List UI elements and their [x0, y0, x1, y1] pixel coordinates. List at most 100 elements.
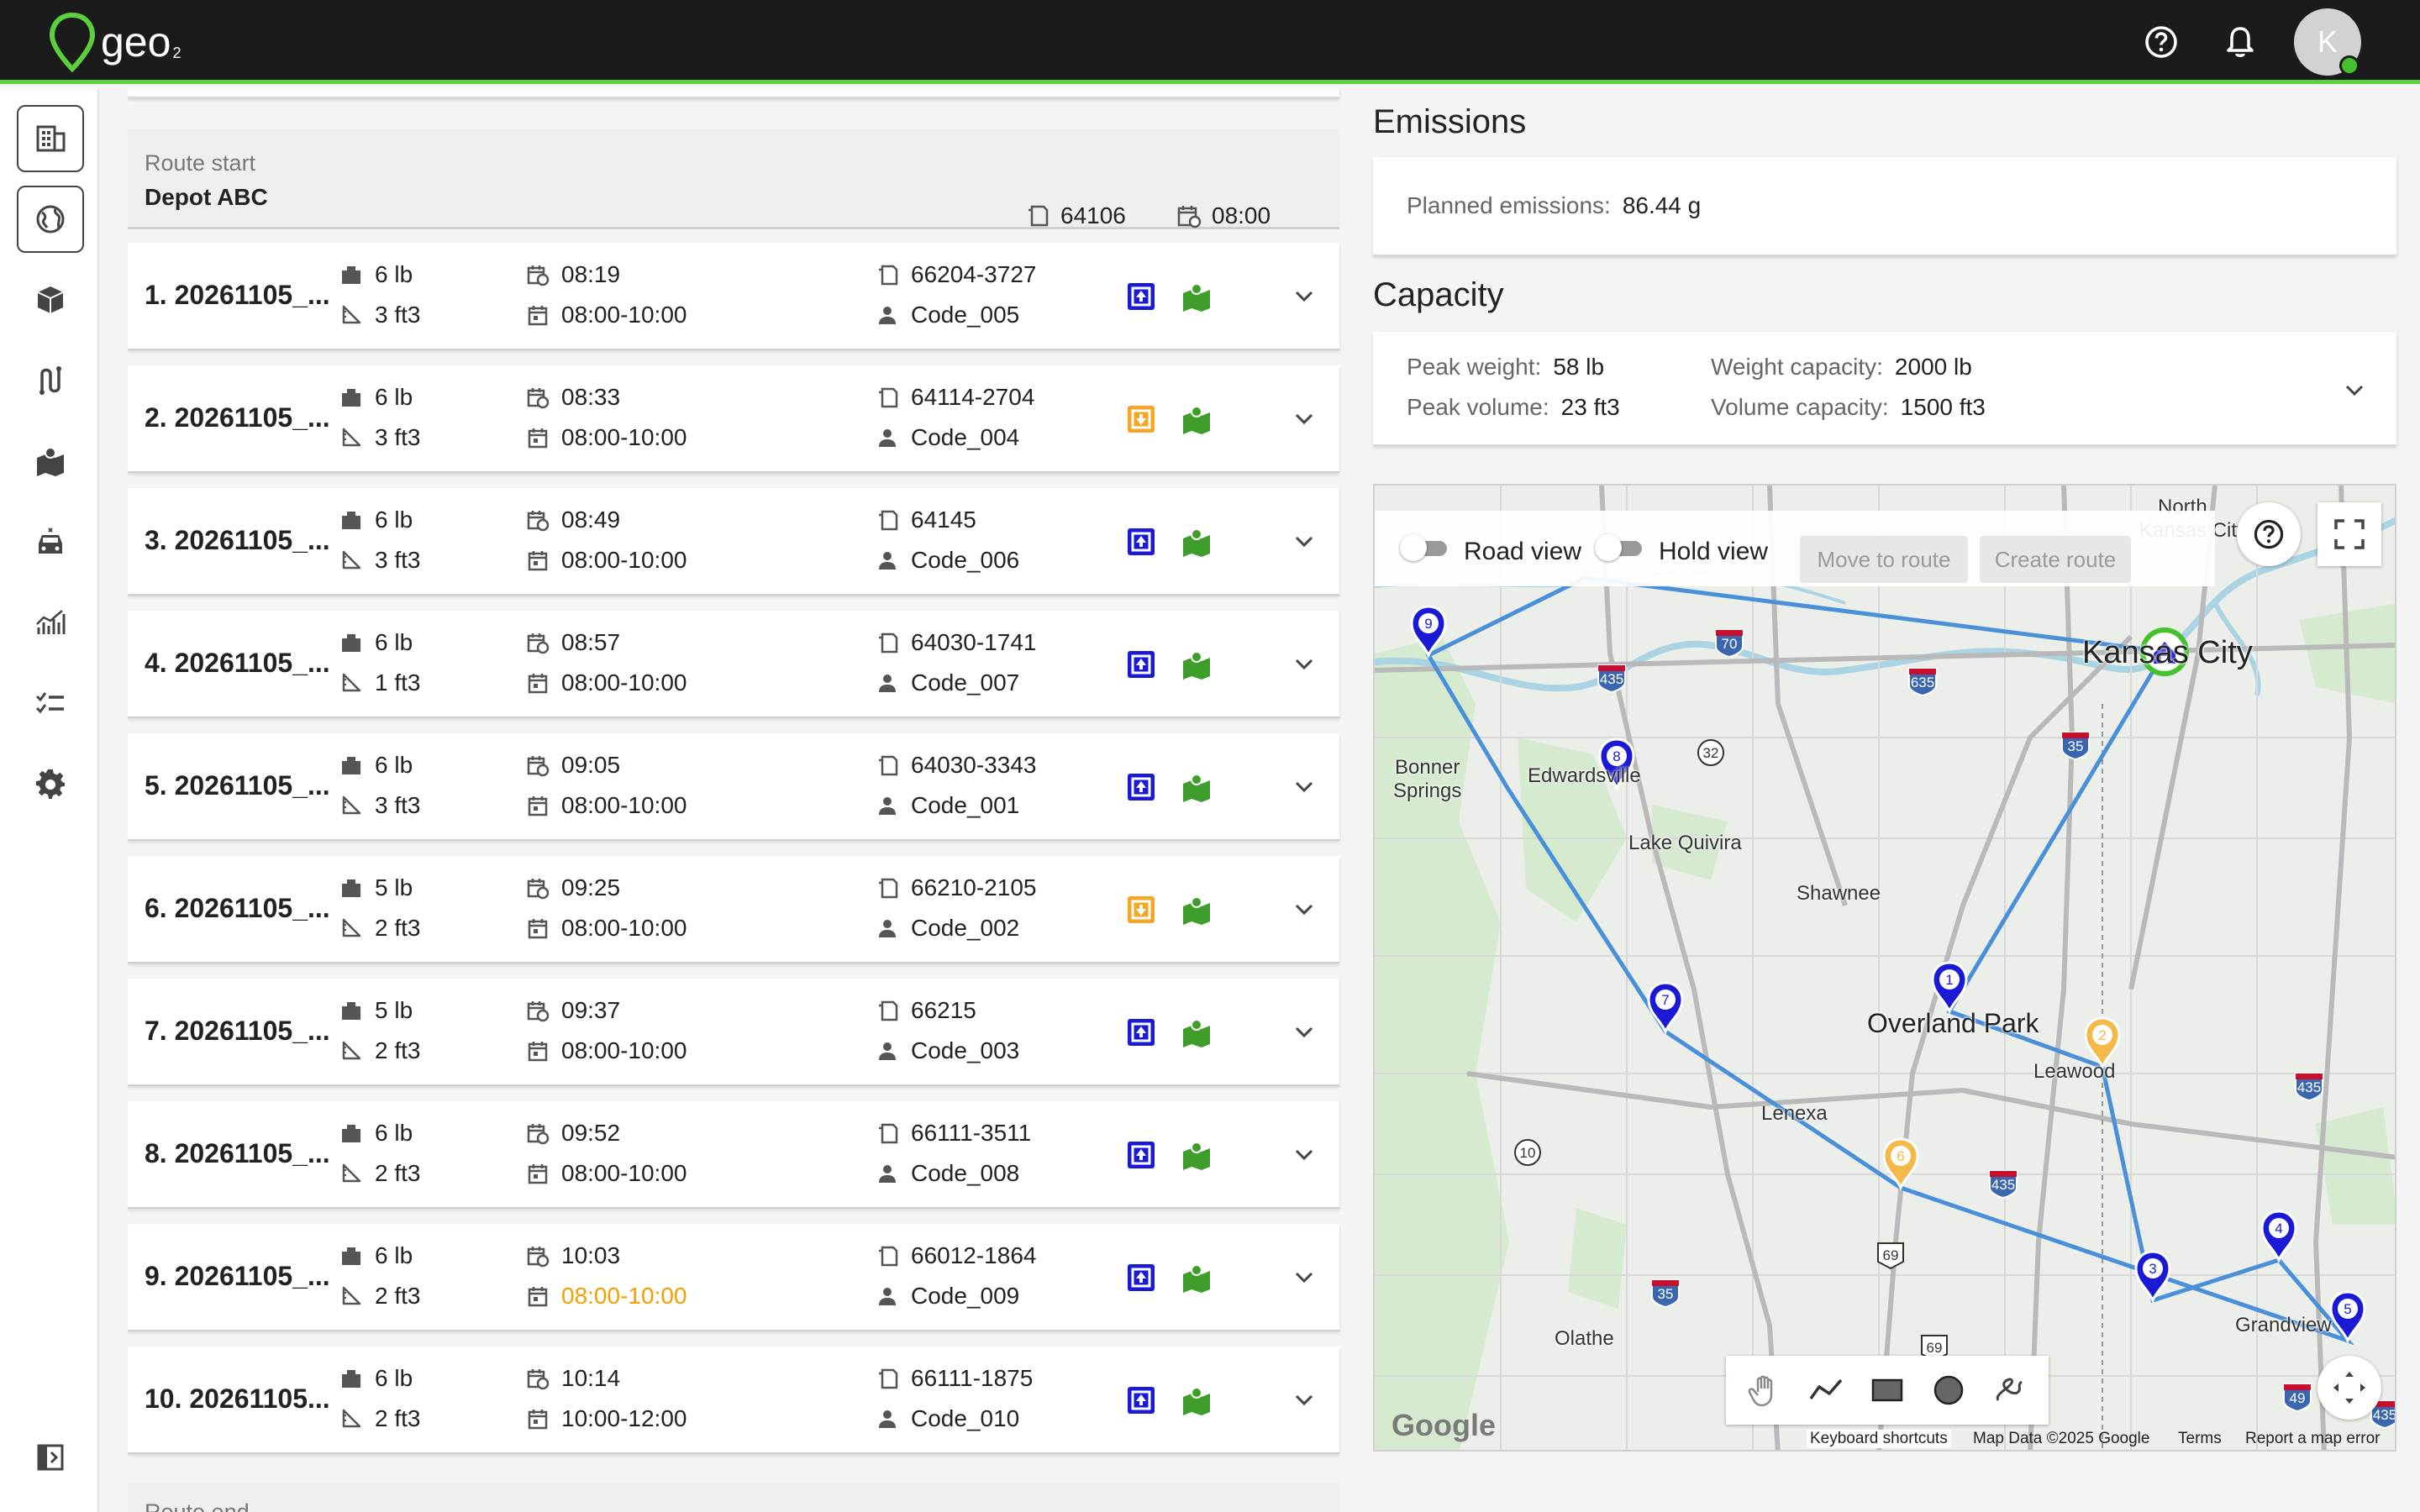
terms-link[interactable]: Terms	[2178, 1430, 2222, 1448]
fullscreen-button[interactable]	[2317, 502, 2381, 566]
sidebar-item-routes[interactable]	[17, 347, 84, 414]
person-icon	[879, 1165, 896, 1183]
stop-row[interactable]: 6. 20261105_... 5 lb 2 ft3 09:25 08:00-10:00…	[128, 856, 1339, 963]
show-on-map-button[interactable]	[1180, 893, 1213, 927]
recenter-arrows-icon	[2333, 1372, 2365, 1404]
show-on-map-button[interactable]	[1180, 1138, 1213, 1172]
stop-type-button[interactable]	[1124, 648, 1158, 681]
road-view-toggle[interactable]	[1400, 533, 1450, 563]
hold-view-toggle[interactable]	[1595, 533, 1645, 563]
move-to-route-button[interactable]: Move to route	[1800, 536, 1968, 583]
map-help-button[interactable]	[2237, 502, 2301, 566]
globe-icon	[36, 205, 65, 234]
map-marker-1[interactable]: 1	[1931, 961, 1968, 1015]
app-logo[interactable]: geo 2	[47, 12, 181, 72]
planned-emissions-value: 86.44 g	[1622, 192, 1702, 218]
stop-time-window: 08:00-10:00	[526, 547, 687, 574]
stop-type-button[interactable]	[1124, 402, 1158, 436]
report-map-error-link[interactable]: Report a map error	[2245, 1430, 2381, 1448]
circle-tool[interactable]	[1928, 1370, 1969, 1410]
stop-type-button[interactable]	[1124, 893, 1158, 927]
chevron-down-icon[interactable]	[1289, 527, 1319, 557]
stop-type-button[interactable]	[1124, 1138, 1158, 1172]
route-map[interactable]: 435 70 635 32 35 435 10 435 69 35 69 49 …	[1373, 484, 2396, 1452]
stop-volume-value: 3 ft3	[375, 547, 421, 573]
sidebar-collapse-toggle[interactable]	[17, 1424, 84, 1491]
show-on-map-button[interactable]	[1180, 525, 1213, 559]
map-marker-4[interactable]: 4	[2260, 1210, 2297, 1263]
map-marker-7[interactable]: 7	[1647, 981, 1684, 1035]
stop-eta-value: 08:33	[561, 384, 621, 410]
chevron-down-icon[interactable]	[2339, 375, 2370, 406]
stop-postal-value: 64114-2704	[911, 384, 1035, 410]
show-on-map-button[interactable]	[1180, 770, 1213, 804]
stop-postal: 66215	[876, 997, 976, 1024]
stop-type-button[interactable]	[1124, 1261, 1158, 1294]
calendar-icon	[528, 306, 548, 326]
show-on-map-button[interactable]	[1180, 1383, 1213, 1417]
chevron-down-icon[interactable]	[1289, 404, 1319, 434]
help-icon[interactable]	[2141, 22, 2181, 62]
collapse-panel-icon	[37, 1444, 64, 1471]
map-marker-5[interactable]: 5	[2329, 1290, 2366, 1344]
chevron-down-icon[interactable]	[1289, 1385, 1319, 1415]
shield-435-c: 435	[1991, 1177, 2015, 1193]
capacity-card[interactable]: Peak weight: 58 lb Peak volume: 23 ft3 Wei…	[1373, 332, 2396, 446]
sidebar-item-globe[interactable]	[17, 186, 84, 253]
sidebar-item-vehicles[interactable]	[17, 508, 84, 575]
stop-code: Code_004	[876, 424, 1019, 451]
map-marker-3[interactable]: 3	[2134, 1250, 2171, 1304]
chevron-down-icon[interactable]	[1289, 772, 1319, 802]
polyline-tool[interactable]	[1806, 1370, 1846, 1410]
rectangle-tool[interactable]	[1867, 1370, 1907, 1410]
keyboard-shortcuts-link[interactable]: Keyboard shortcuts	[1807, 1430, 1951, 1448]
recenter-button[interactable]	[2317, 1356, 2381, 1420]
sidebar-item-analytics[interactable]	[17, 589, 84, 656]
show-on-map-button[interactable]	[1180, 1261, 1213, 1294]
sidebar-item-packages[interactable]	[17, 266, 84, 333]
stop-row[interactable]: 8. 20261105_... 6 lb 2 ft3 09:52 08:00-10:00…	[128, 1101, 1339, 1209]
freehand-tool[interactable]	[1990, 1370, 2030, 1410]
show-on-map-button[interactable]	[1180, 280, 1213, 313]
stop-row[interactable]: 2. 20261105_... 6 lb 3 ft3 08:33 08:00-10:00…	[128, 365, 1339, 473]
stop-row[interactable]: 3. 20261105_... 6 lb 3 ft3 08:49 08:00-10:00…	[128, 488, 1339, 596]
sidebar-item-settings[interactable]	[17, 750, 84, 817]
notification-bell-icon[interactable]	[2220, 22, 2260, 62]
stop-type-button[interactable]	[1124, 1016, 1158, 1049]
chevron-down-icon[interactable]	[1289, 649, 1319, 680]
stop-type-button[interactable]	[1124, 1383, 1158, 1417]
chevron-down-icon[interactable]	[1289, 281, 1319, 312]
chevron-down-icon[interactable]	[1289, 895, 1319, 925]
stop-row[interactable]: 1. 20261105_... 6 lb 3 ft3 08:19 08:00-10:00…	[128, 243, 1339, 350]
stop-type-button[interactable]	[1124, 280, 1158, 313]
route-stop-list[interactable]: Route start Depot ABC 64106 08:00 1. 202…	[128, 88, 1341, 1512]
stop-type-button[interactable]	[1124, 525, 1158, 559]
stop-time-window: 08:00-10:00	[526, 915, 687, 942]
sidebar-item-map[interactable]	[17, 428, 84, 495]
stop-code: Code_005	[876, 302, 1019, 328]
stop-row[interactable]: 4. 20261105_... 6 lb 1 ft3 08:57 08:00-10:00…	[128, 611, 1339, 718]
fullscreen-icon	[2334, 519, 2365, 549]
chevron-down-icon[interactable]	[1289, 1140, 1319, 1170]
sidebar-item-company[interactable]	[17, 105, 84, 172]
calendar-clock-icon	[527, 388, 550, 409]
create-route-button[interactable]: Create route	[1980, 536, 2131, 583]
stop-row[interactable]: 7. 20261105_... 5 lb 2 ft3 09:37 08:00-10:00…	[128, 979, 1339, 1086]
delivery-type-icon	[1128, 1019, 1155, 1046]
stop-postal: 66210-2105	[876, 874, 1036, 901]
show-on-map-button[interactable]	[1180, 402, 1213, 436]
stop-volume-value: 2 ft3	[375, 1405, 421, 1431]
stop-type-button[interactable]	[1124, 770, 1158, 804]
pan-hand-tool[interactable]	[1744, 1370, 1785, 1410]
show-on-map-button[interactable]	[1180, 648, 1213, 681]
stop-code-value: Code_003	[911, 1037, 1020, 1063]
stop-time-window-value: 10:00-12:00	[561, 1405, 687, 1431]
sidebar-item-tasks[interactable]	[17, 669, 84, 737]
stop-row[interactable]: 9. 20261105_... 6 lb 2 ft3 10:03 08:00-10:00…	[128, 1224, 1339, 1331]
stop-row[interactable]: 10. 20261105... 6 lb 2 ft3 10:14 10:00-12:00…	[128, 1347, 1339, 1454]
shield-35-b: 35	[1658, 1286, 1674, 1302]
show-on-map-button[interactable]	[1180, 1016, 1213, 1049]
chevron-down-icon[interactable]	[1289, 1017, 1319, 1047]
stop-row[interactable]: 5. 20261105_... 6 lb 3 ft3 09:05 08:00-10:00…	[128, 733, 1339, 841]
chevron-down-icon[interactable]	[1289, 1263, 1319, 1293]
